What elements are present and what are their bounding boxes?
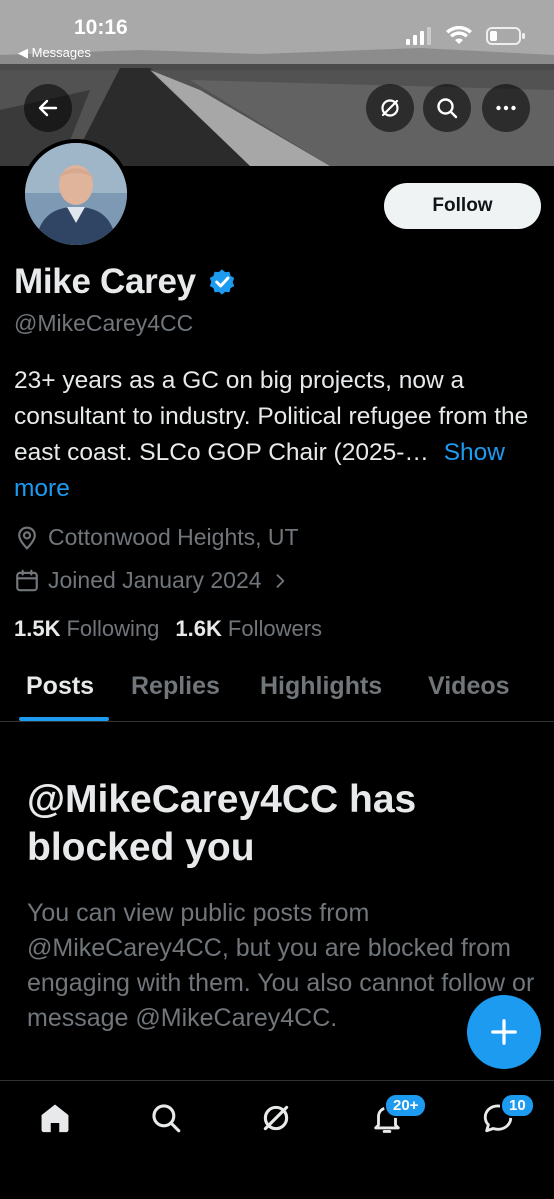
notifications-badge: 20+ [384, 1093, 428, 1118]
verified-badge-icon[interactable] [206, 266, 238, 298]
profile-handle: @MikeCarey4CC [14, 310, 194, 336]
search-icon [152, 1104, 181, 1133]
profile-tabs: Posts Replies Highlights Videos [0, 660, 554, 722]
messages-badge: 10 [500, 1093, 535, 1118]
compose-plus-icon [491, 1019, 517, 1045]
calendar-icon [16, 569, 38, 591]
status-bar: 10:16 ◀ Messages [0, 0, 554, 64]
status-icons [406, 26, 526, 46]
nav-grok[interactable] [254, 1096, 298, 1140]
status-time: 10:16 [74, 16, 128, 39]
grok-button[interactable] [366, 84, 414, 132]
tab-posts[interactable]: Posts [26, 672, 94, 701]
profile-name-row: Mike Carey [14, 262, 238, 302]
tab-videos[interactable]: Videos [428, 672, 510, 701]
blocked-title: @MikeCarey4CC has blocked you [27, 778, 417, 869]
wifi-icon [446, 26, 472, 44]
profile-name: Mike Carey [14, 262, 196, 301]
follow-button[interactable]: Follow [384, 183, 541, 229]
search-icon [437, 98, 458, 119]
nav-search[interactable] [144, 1096, 188, 1140]
back-to-messages-link[interactable]: ◀ Messages [18, 45, 91, 61]
tab-highlights[interactable]: Highlights [260, 672, 382, 701]
following-count: 1.5K [14, 616, 61, 641]
location-pin-icon [18, 526, 36, 550]
followers-count: 1.6K [175, 616, 222, 641]
compose-post-button[interactable] [467, 995, 541, 1069]
followers-label: Followers [227, 616, 323, 641]
bottom-navigation: 20+ 10 [0, 1080, 554, 1199]
profile-location: Cottonwood Heights, UT [14, 524, 299, 551]
blocked-description: You can view public posts from @MikeCare… [27, 899, 535, 1032]
home-icon [41, 1104, 69, 1133]
followers-link[interactable]: 1.6K Followers [175, 616, 322, 642]
more-icon [496, 105, 516, 111]
following-link[interactable]: 1.5K Following [14, 616, 159, 642]
follow-counts: 1.5K Following 1.6K Followers [14, 616, 322, 642]
battery-icon [486, 27, 525, 45]
active-tab-indicator [19, 717, 109, 721]
joined-text: Joined January 2024 [48, 567, 262, 593]
grok-icon [263, 1105, 289, 1131]
back-arrow-icon [38, 99, 58, 117]
chevron-right-icon [276, 573, 284, 588]
profile-joined[interactable]: Joined January 2024 [14, 567, 290, 594]
profile-bio: 23+ years as a GC on big projects, now a… [14, 363, 544, 507]
more-button[interactable] [482, 84, 530, 132]
back-button[interactable] [24, 84, 72, 132]
avatar-photo [25, 143, 127, 245]
tab-replies[interactable]: Replies [131, 672, 220, 701]
nav-home[interactable] [33, 1096, 77, 1140]
location-text: Cottonwood Heights, UT [48, 524, 299, 550]
search-button[interactable] [423, 84, 471, 132]
avatar[interactable] [21, 139, 131, 249]
following-label: Following [66, 616, 160, 641]
cellular-signal-icon [406, 27, 431, 45]
grok-icon [381, 99, 399, 117]
